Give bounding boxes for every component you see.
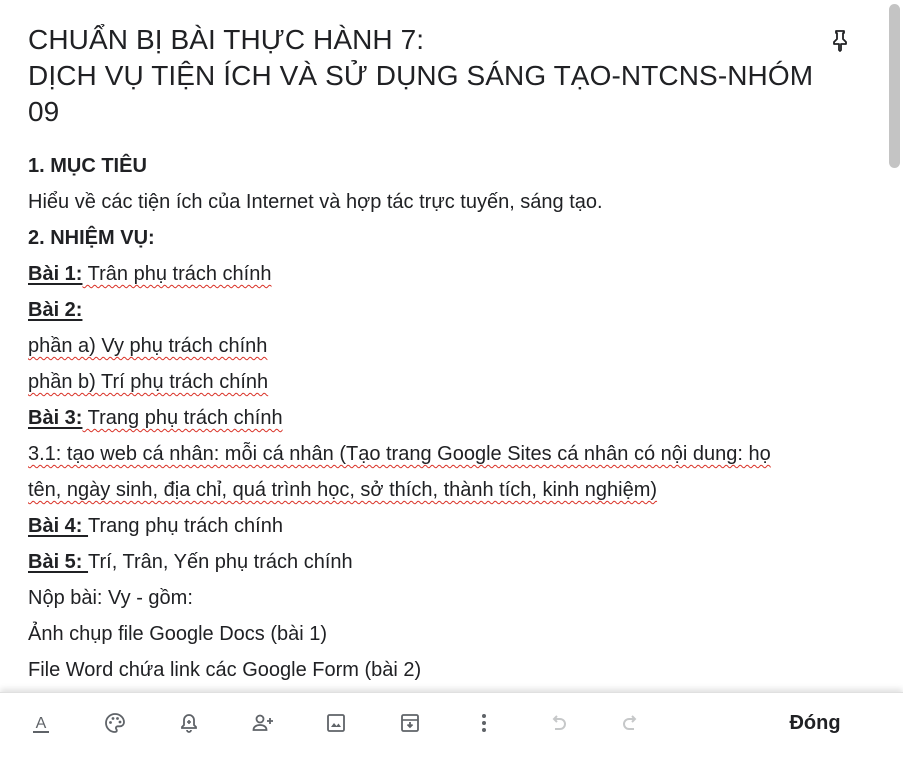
body-line: 3.1: tạo web cá nhân: mỗi cá nhân (Tạo t…	[28, 436, 858, 472]
title-line-3: 09	[28, 96, 60, 127]
task-label: Bài 3:	[28, 407, 83, 429]
body-line: Bài 5: Trí, Trân, Yến phụ trách chính	[28, 544, 858, 580]
note-body[interactable]: 1. MỤC TIÊU Hiểu về các tiện ích của Int…	[28, 148, 858, 688]
task-label: Bài 5:	[28, 551, 89, 573]
body-line: Hiểu về các tiện ích của Internet và hợp…	[28, 191, 603, 213]
body-line: 2. NHIỆM VỤ:	[28, 220, 858, 256]
task-text: 3.1: tạo web cá nhân: mỗi cá nhân (Tạo t…	[28, 443, 771, 465]
reminder-bell-icon[interactable]	[175, 709, 203, 737]
task-text: phần a) Vy phụ trách chính	[28, 335, 268, 357]
format-text-icon[interactable]: A	[27, 709, 55, 737]
scrollbar[interactable]	[885, 0, 903, 692]
body-line: Bài 3: Trang phụ trách chính	[28, 400, 858, 436]
body-line: Bài 4: Trang phụ trách chính	[28, 508, 858, 544]
task-label: Bài 4:	[28, 515, 89, 537]
archive-icon[interactable]	[396, 709, 424, 737]
redo-icon[interactable]	[617, 709, 645, 737]
task-text: Trang phụ trách chính	[88, 515, 283, 537]
task-text: Trang phụ trách chính	[82, 407, 283, 429]
task-text: Trân phụ trách chính	[82, 263, 272, 285]
body-line: phần a) Vy phụ trách chính	[28, 328, 858, 364]
task-text: tên, ngày sinh, địa chỉ, quá trình học, …	[28, 479, 658, 501]
svg-text:A: A	[36, 715, 47, 732]
title-line-1: CHUẨN BỊ BÀI THỰC HÀNH 7:	[28, 24, 425, 55]
body-line: Bài 1: Trân phụ trách chính	[28, 256, 858, 292]
more-vert-icon[interactable]	[470, 709, 498, 737]
collaborator-icon[interactable]	[249, 709, 277, 737]
image-icon[interactable]	[322, 709, 350, 737]
task-text: Trí, Trân, Yến phụ trách chính	[88, 551, 353, 573]
body-line: phần b) Trí phụ trách chính	[28, 364, 858, 400]
heading-muc-tieu: 1. MỤC TIÊU	[28, 155, 147, 177]
note-toolbar: A Đóng	[0, 692, 903, 757]
undo-icon[interactable]	[544, 709, 572, 737]
close-button[interactable]: Đóng	[770, 705, 860, 741]
task-label: Bài 1:	[28, 263, 83, 285]
pin-icon[interactable]	[826, 26, 854, 54]
palette-icon[interactable]	[101, 709, 129, 737]
task-text: phần b) Trí phụ trách chính	[28, 371, 269, 393]
body-line: Bài 2:	[28, 292, 858, 328]
body-line: 1. MỤC TIÊU	[28, 148, 858, 184]
body-line: Nộp bài: Vy - gồm:	[28, 587, 193, 609]
body-line: File Word chứa link các Google Form (bài…	[28, 659, 422, 681]
note-editor: CHUẨN BỊ BÀI THỰC HÀNH 7: DỊCH VỤ TIỆN Í…	[0, 0, 903, 757]
note-title[interactable]: CHUẨN BỊ BÀI THỰC HÀNH 7: DỊCH VỤ TIỆN Í…	[28, 22, 858, 130]
task-label: Bài 2:	[28, 299, 83, 321]
title-line-2: DỊCH VỤ TIỆN ÍCH VÀ SỬ DỤNG SÁNG TẠO-NTC…	[28, 60, 814, 91]
body-line: tên, ngày sinh, địa chỉ, quá trình học, …	[28, 472, 858, 508]
note-content: CHUẨN BỊ BÀI THỰC HÀNH 7: DỊCH VỤ TIỆN Í…	[28, 22, 858, 688]
heading-nhiem-vu: 2. NHIỆM VỤ:	[28, 227, 155, 249]
scrollbar-thumb[interactable]	[889, 4, 900, 168]
body-line: Ảnh chụp file Google Docs (bài 1)	[28, 623, 328, 645]
